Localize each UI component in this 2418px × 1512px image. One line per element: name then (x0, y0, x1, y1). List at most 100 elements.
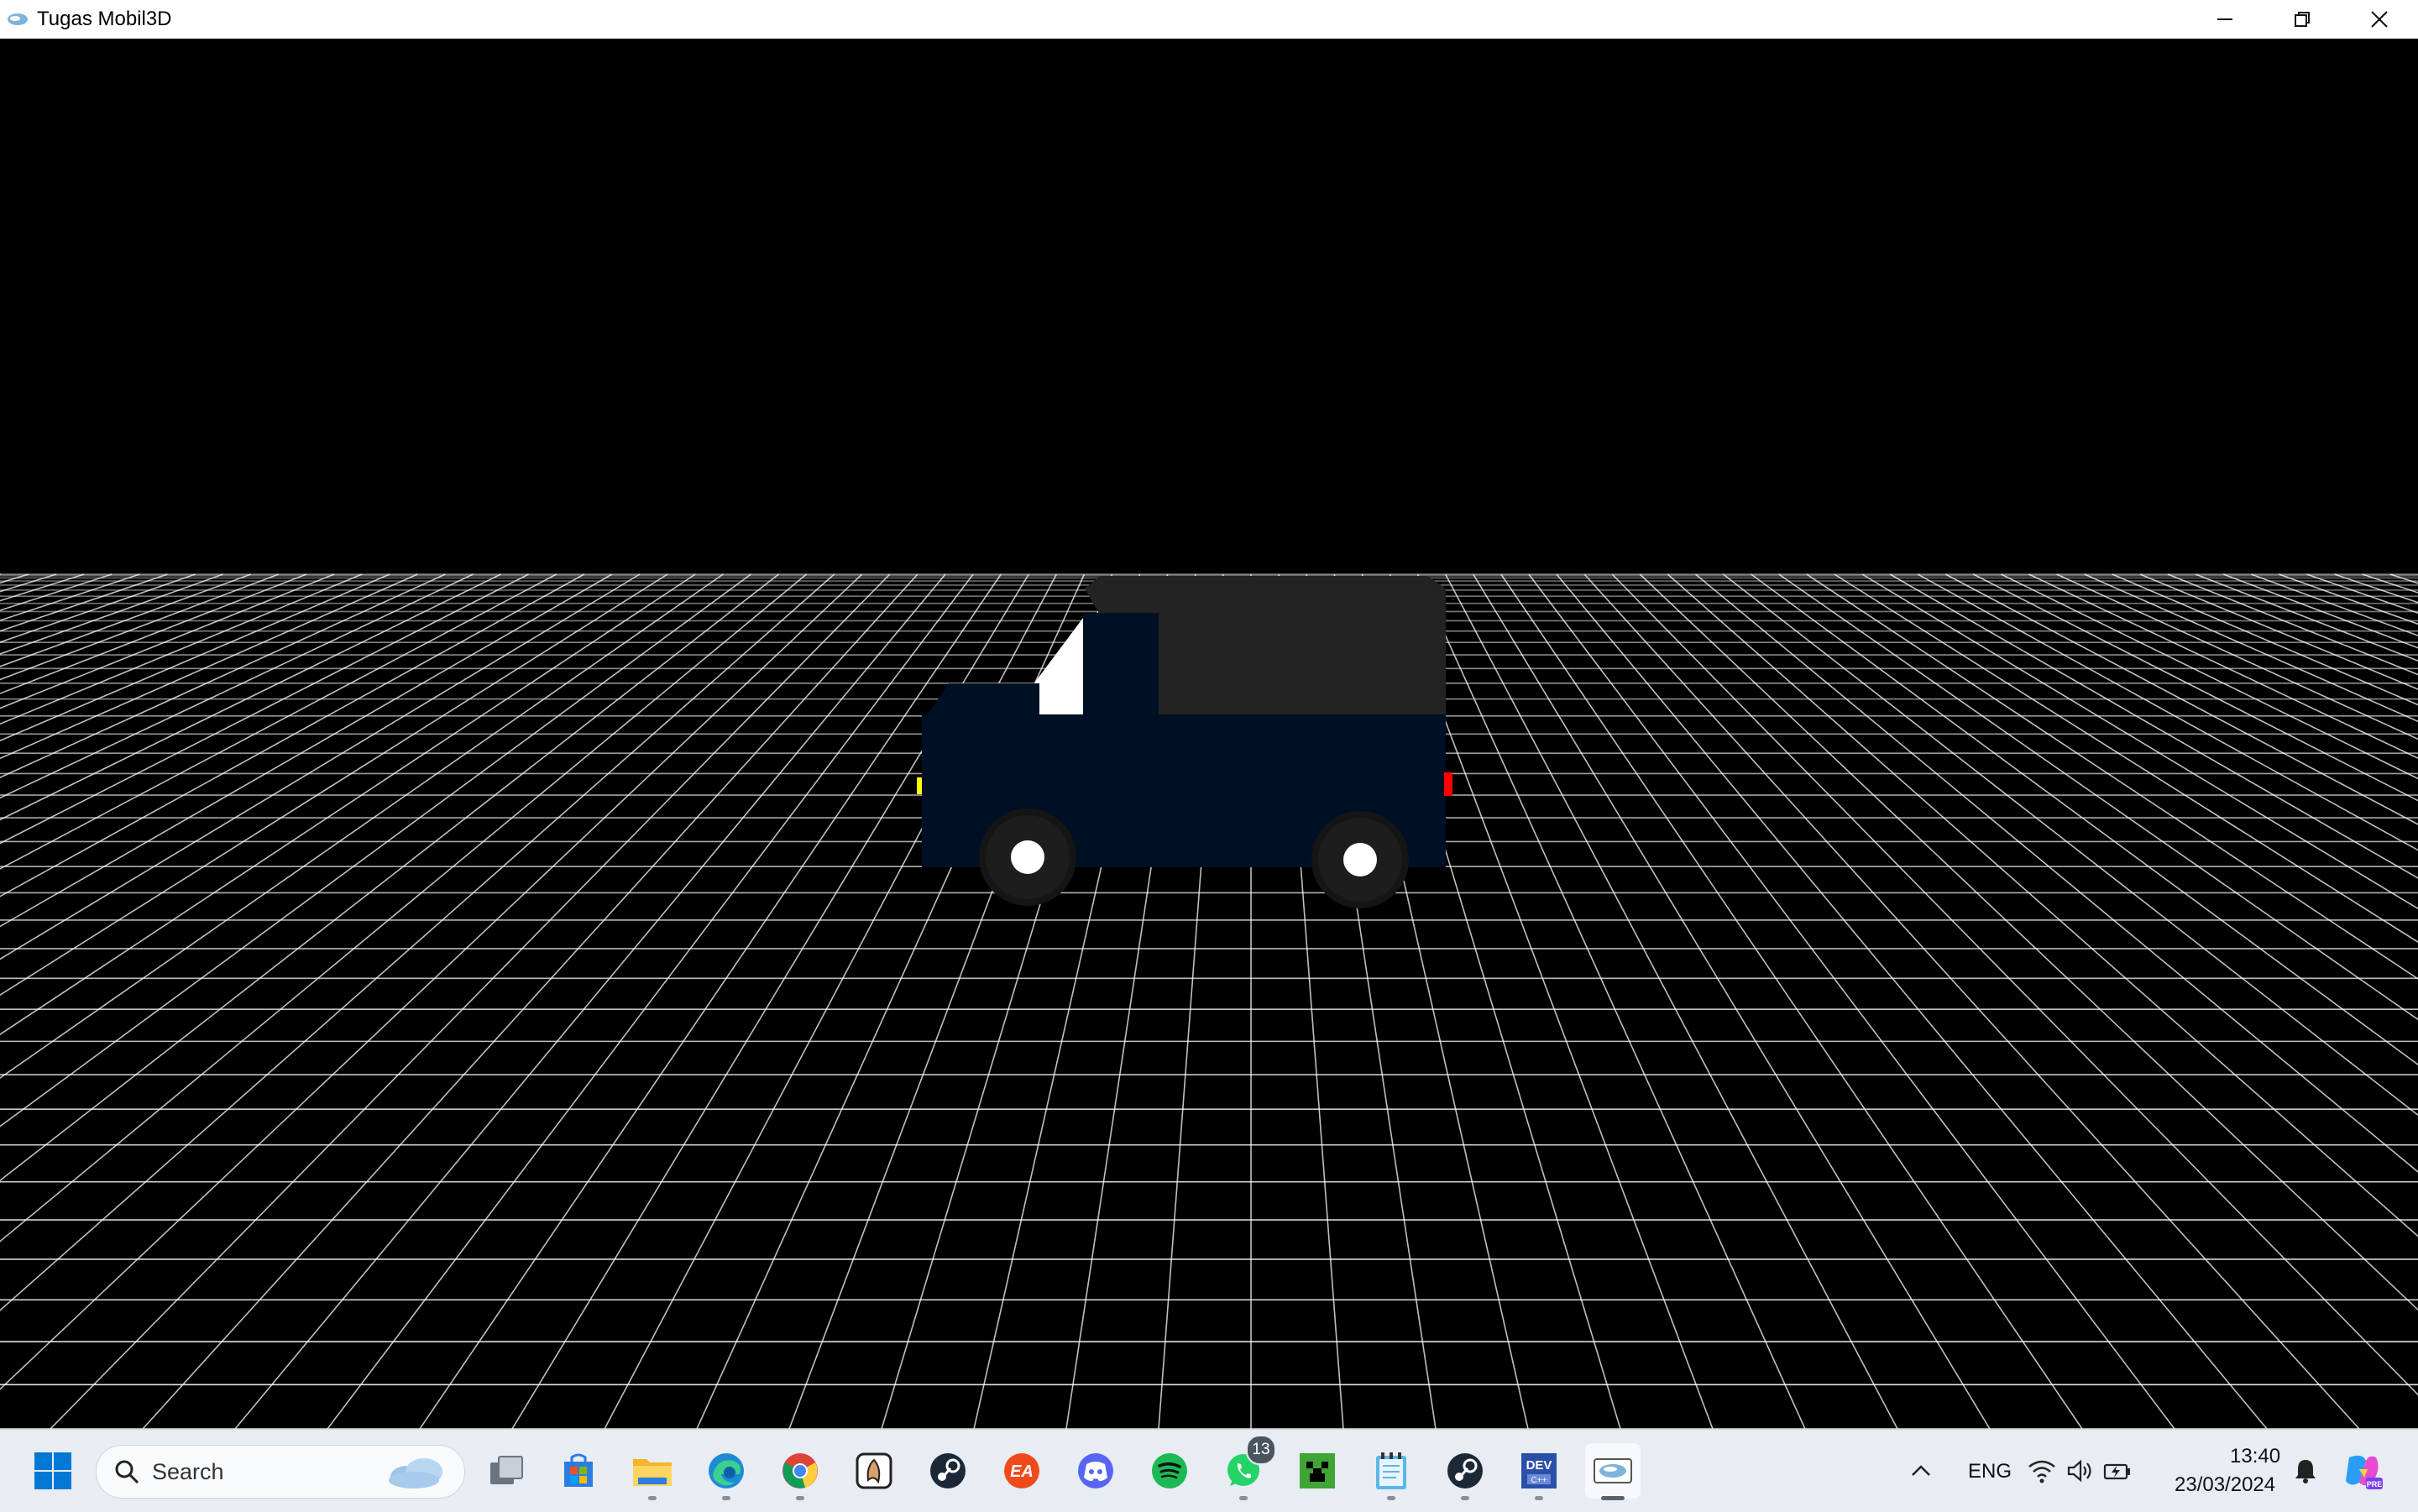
grid-line (0, 574, 751, 1429)
notifications-button[interactable] (2289, 1443, 2322, 1499)
grid-line (0, 574, 445, 1429)
grid-line (1446, 574, 1897, 1429)
app-icon (5, 7, 30, 32)
grid-line (0, 574, 112, 1429)
grid-line (0, 574, 835, 1429)
grid-line (0, 574, 362, 1429)
car-front-wheel (979, 808, 1076, 906)
grid-line (1667, 574, 2418, 1429)
discord-button[interactable] (1068, 1443, 1123, 1499)
grid-line (50, 574, 890, 1429)
grid-line (0, 574, 1, 1429)
inkscape-button[interactable] (846, 1443, 902, 1499)
steam-icon (928, 1451, 968, 1491)
window-title: Tugas Mobil3D (37, 8, 172, 31)
grid-line (0, 574, 529, 1429)
grid-line (0, 574, 139, 1429)
grid-line (0, 574, 223, 1429)
grid-line (1501, 574, 2082, 1429)
battery-button[interactable] (2101, 1443, 2134, 1499)
minimize-button[interactable] (2186, 0, 2264, 39)
running-indicator (1601, 1496, 1625, 1500)
chrome-button[interactable] (772, 1443, 828, 1499)
copilot-button[interactable]: PRE (2337, 1443, 2388, 1499)
grid-line (0, 574, 167, 1429)
task-view-button[interactable] (479, 1443, 534, 1499)
grid-line (0, 574, 417, 1429)
grid-line (0, 574, 807, 1429)
file-explorer-button[interactable] (625, 1443, 680, 1499)
grid-line (143, 574, 918, 1429)
grid-line (0, 574, 56, 1429)
grid-line (0, 574, 862, 1429)
restore-button[interactable] (2264, 0, 2341, 39)
whatsapp-button[interactable]: 13 (1216, 1443, 1271, 1499)
battery-charging-icon (2103, 1458, 2132, 1483)
notepad-icon (1373, 1451, 1410, 1491)
microsoft-store-button[interactable] (551, 1443, 606, 1499)
dev-cpp-button[interactable]: DEV C++ (1511, 1443, 1567, 1499)
grid-line (1862, 574, 2418, 1429)
language-indicator[interactable]: ENG (1968, 1460, 2012, 1483)
taskbar-search[interactable]: Search (96, 1445, 465, 1499)
steam-button-2[interactable] (1437, 1443, 1493, 1499)
wifi-icon (2028, 1458, 2056, 1483)
minecraft-button[interactable] (1290, 1443, 1345, 1499)
close-icon (2369, 9, 2389, 29)
car-headlight (917, 777, 922, 794)
speaker-icon (2066, 1458, 2095, 1483)
show-hidden-icons-button[interactable] (1897, 1443, 1944, 1499)
grid-line (0, 574, 84, 1429)
grid-line (1584, 574, 2359, 1429)
grid-line (0, 574, 279, 1429)
grid-line (0, 574, 473, 1429)
grid-line (1945, 574, 2418, 1429)
taskbar: Search (0, 1429, 2418, 1512)
grid-line (2001, 574, 2418, 1429)
steam-button[interactable] (920, 1443, 976, 1499)
notepad-button[interactable] (1363, 1443, 1419, 1499)
grid-line (2057, 574, 2418, 1429)
car-cabin (1083, 613, 1159, 717)
running-indicator (796, 1496, 804, 1500)
running-indicator (1387, 1496, 1395, 1500)
search-icon (113, 1458, 140, 1485)
minimize-icon (2216, 10, 2234, 29)
start-button[interactable] (25, 1443, 81, 1499)
spotify-icon (1149, 1451, 1190, 1491)
dev-cpp-icon: DEV C++ (1519, 1451, 1559, 1491)
network-button[interactable] (2025, 1443, 2059, 1499)
grid-line (2112, 574, 2418, 1429)
ea-icon: EA (1002, 1451, 1042, 1491)
grid-line (420, 574, 1001, 1429)
windows-start-icon (34, 1452, 72, 1490)
minecraft-icon (1298, 1452, 1337, 1490)
svg-text:C++: C++ (1531, 1476, 1547, 1485)
svg-text:EA: EA (1010, 1462, 1034, 1481)
running-indicator (1239, 1496, 1248, 1500)
weather-cloud-icon (384, 1453, 447, 1490)
window-controls (2186, 0, 2418, 39)
grid-line (2306, 574, 2418, 1429)
file-explorer-icon (631, 1452, 673, 1489)
grid-line (0, 574, 584, 1429)
notification-badge: 13 (1246, 1435, 1276, 1465)
clock-time[interactable]: 13:40 (2230, 1445, 2280, 1468)
grid-line (0, 574, 306, 1429)
steam-icon (1445, 1451, 1485, 1491)
ea-app-button[interactable]: EA (994, 1443, 1049, 1499)
spotify-button[interactable] (1142, 1443, 1197, 1499)
grid-line (1418, 574, 1805, 1429)
grid-line (2363, 574, 2418, 1429)
grid-line (1724, 574, 2418, 1429)
edge-button[interactable] (699, 1443, 754, 1499)
volume-button[interactable] (2064, 1443, 2097, 1499)
opengl-app-button[interactable] (1585, 1443, 1641, 1499)
car-cargo-box (1157, 589, 1446, 714)
clock-date[interactable]: 23/03/2024 (2175, 1473, 2275, 1497)
close-button[interactable] (2341, 0, 2418, 39)
running-indicator (722, 1496, 730, 1500)
grid-line (1834, 574, 2418, 1429)
opengl-viewport[interactable] (0, 39, 2418, 1429)
microsoft-store-icon (559, 1452, 598, 1490)
